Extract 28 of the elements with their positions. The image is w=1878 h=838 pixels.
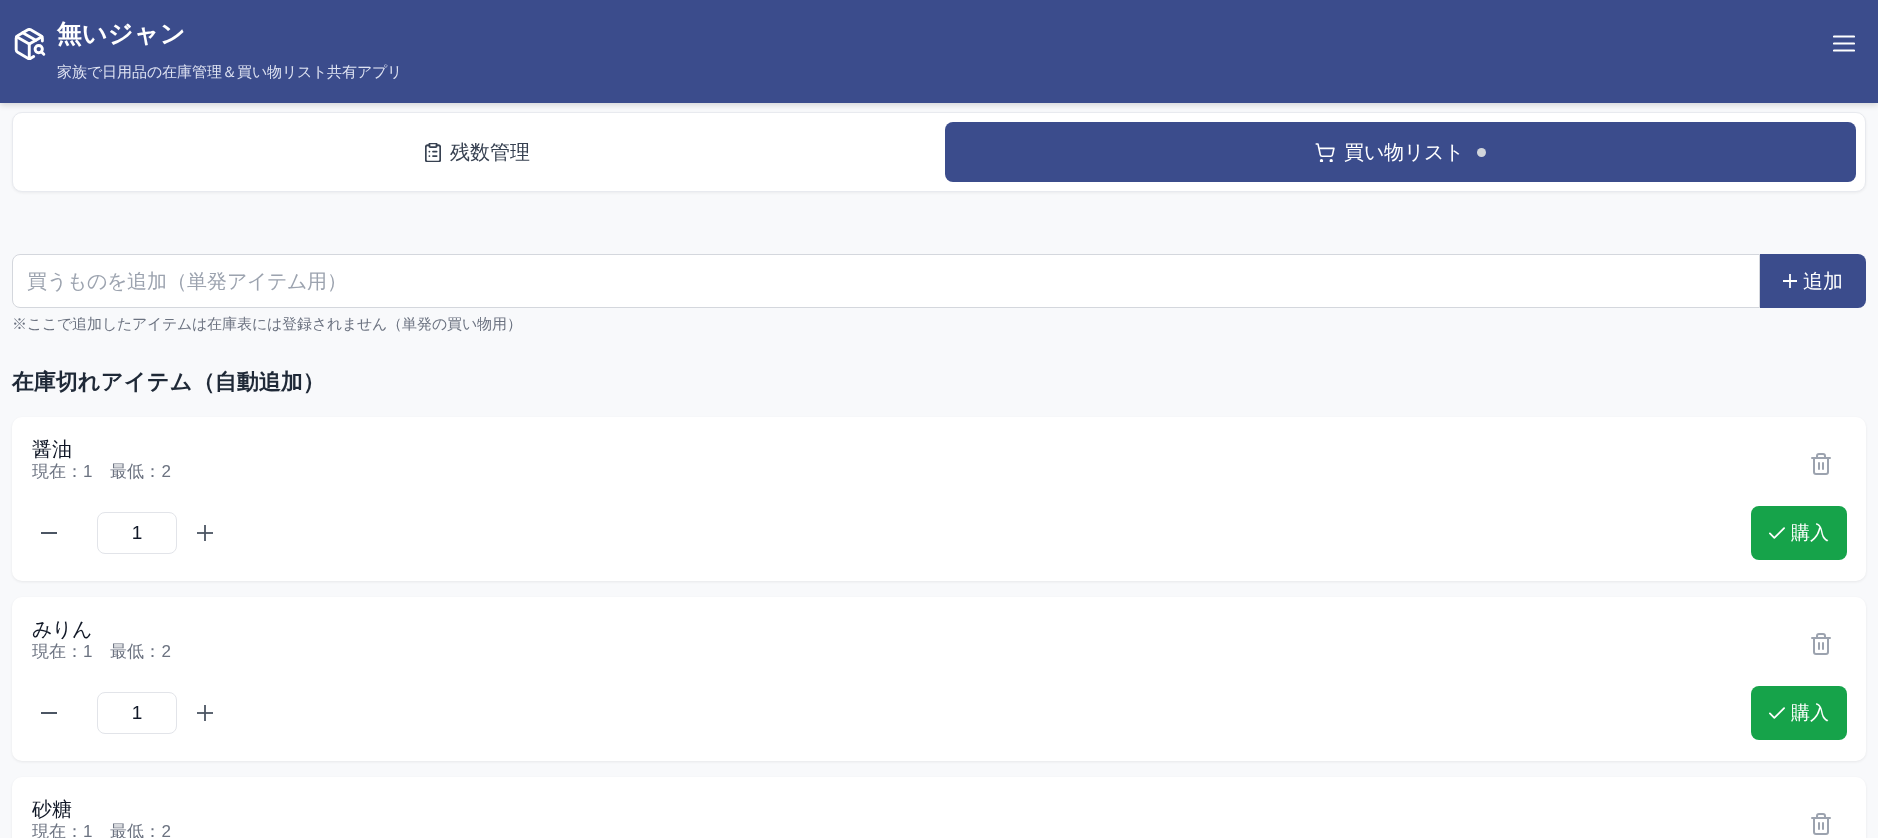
trash-icon[interactable]	[1811, 813, 1831, 835]
plus-icon[interactable]	[197, 705, 213, 721]
cart-icon	[1315, 142, 1335, 162]
check-icon	[1769, 527, 1785, 539]
menu-icon[interactable]	[1833, 35, 1855, 52]
trash-icon[interactable]	[1811, 633, 1831, 655]
app-title: 無いジャン	[57, 18, 187, 49]
add-note: ※ここで追加したアイテムは在庫表には登録されません（単発の買い物用）	[12, 315, 523, 334]
quantity-field[interactable]: 1	[97, 512, 177, 554]
add-item-field[interactable]: 買うものを追加（単発アイテム用）	[12, 254, 1760, 308]
item-name: 砂糖	[32, 797, 73, 822]
minimum-stock: 最低：2	[110, 642, 171, 662]
clipboard-icon	[425, 142, 441, 162]
item-name: 醤油	[32, 437, 73, 462]
quantity-field[interactable]: 1	[97, 692, 177, 734]
trash-icon[interactable]	[1811, 453, 1831, 475]
item-name: みりん	[32, 617, 93, 642]
current-stock: 現在：1	[32, 642, 93, 662]
box-magnifier-icon	[14, 28, 46, 60]
tab[interactable]: 買い物リスト	[945, 122, 1856, 182]
current-stock: 現在：1	[32, 462, 93, 482]
minimum-stock: 最低：2	[110, 462, 171, 482]
plus-icon[interactable]	[197, 525, 213, 541]
add-button[interactable]: 追加	[1760, 254, 1866, 308]
plus-icon	[1783, 274, 1797, 288]
check-icon	[1769, 707, 1785, 719]
app-subtitle: 家族で日用品の在庫管理＆買い物リスト共有アプリ	[57, 62, 402, 82]
section-heading: 在庫切れアイテム（自動追加）	[12, 368, 326, 396]
